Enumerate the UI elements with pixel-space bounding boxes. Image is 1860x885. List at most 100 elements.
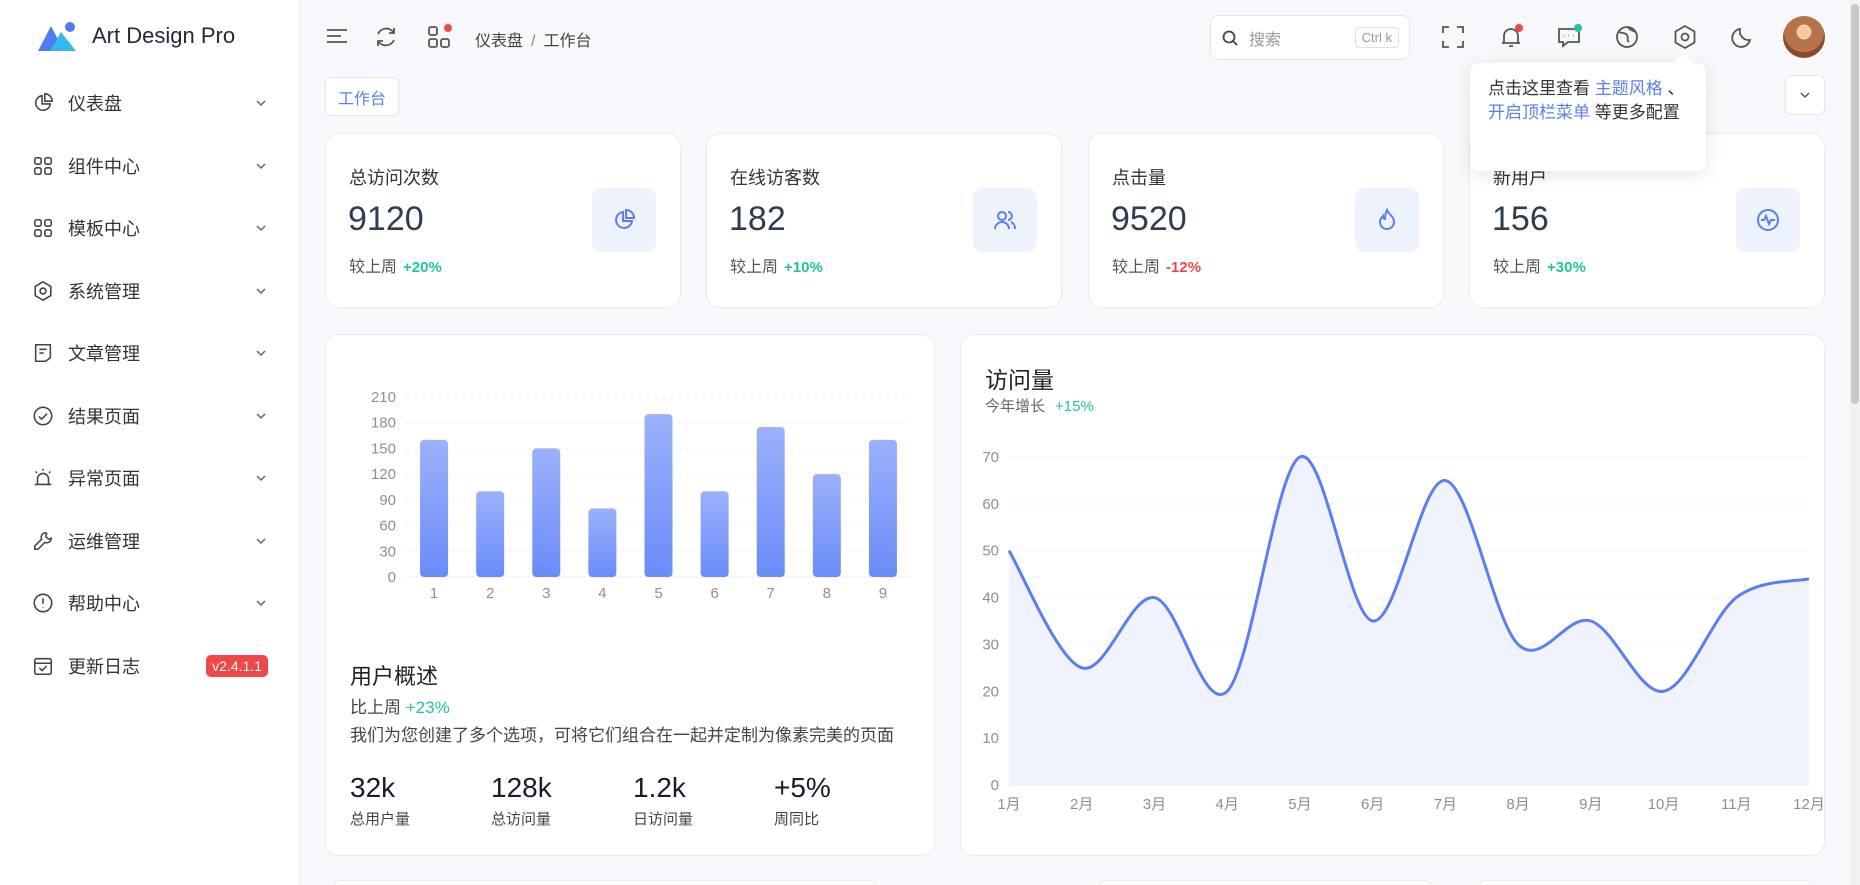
- sidebar-item-exceptions[interactable]: 异常页面: [0, 447, 300, 510]
- chevron-down-icon: [256, 100, 266, 107]
- sidebar-item-label: 系统管理: [68, 281, 140, 302]
- overview-stat-label: 总用户量: [350, 811, 411, 828]
- sidebar-menu: 仪表盘 组件中心 模板中心 系统管理 文章管理 结果页面 异常页面 运维管理 帮…: [0, 72, 300, 697]
- sidebar-item-label: 文章管理: [68, 344, 140, 365]
- fullscreen-icon[interactable]: [1440, 24, 1466, 50]
- user-overview-panel: 0 30 60 90 120 150 180 210 1 2 3 4 5 6 7 8 9 用户概述 比上周 +2…: [325, 334, 935, 856]
- sidebar-item-ops[interactable]: 运维管理: [0, 510, 300, 573]
- chevron-down-icon: [256, 350, 266, 357]
- x-tick-label: 7: [767, 585, 775, 602]
- pie-chart-icon: [592, 188, 656, 252]
- x-tick-label: 7月: [1434, 796, 1457, 813]
- tab-workbench[interactable]: 工作台: [325, 77, 400, 116]
- breadcrumb: 仪表盘 / 工作台: [475, 33, 592, 50]
- tooltip-text: 等更多配置: [1594, 103, 1680, 122]
- page-scrollbar[interactable]: [1850, 0, 1860, 885]
- scrollbar-thumb[interactable]: [1851, 4, 1859, 404]
- overview-stat-value: +5%: [774, 772, 831, 803]
- stat-change: +20%: [403, 259, 442, 276]
- area-fill: [1009, 456, 1809, 785]
- stat-compare: 较上周 +30%: [1493, 253, 1586, 277]
- app-logo[interactable]: Art Design Pro: [36, 20, 235, 52]
- y-tick-label: 0: [991, 777, 999, 794]
- bar: [420, 439, 449, 577]
- sidebar: Art Design Pro 仪表盘 组件中心 模板中心 系统管理 文章管理 结…: [0, 0, 300, 885]
- y-tick-label: 70: [982, 449, 999, 466]
- stat-change: -12%: [1166, 259, 1202, 276]
- x-tick-label: 4月: [1216, 796, 1239, 813]
- sidebar-item-templates[interactable]: 模板中心: [0, 197, 300, 260]
- bar: [644, 414, 673, 577]
- visits-line-chart: 0 10 20 30 40 50 60 70 1月 2月 3月 4月 5月 6月 7月 8月 9月 10月 11月 1…: [982, 449, 1825, 813]
- bar: [756, 427, 785, 577]
- y-tick-label: 50: [982, 543, 999, 560]
- y-tick-label: 20: [982, 683, 999, 700]
- y-tick-label: 120: [371, 466, 396, 483]
- grid-icon: [32, 155, 54, 177]
- overview-stat: +5% 周同比: [774, 772, 831, 829]
- y-tick-label: 210: [371, 389, 396, 406]
- bottom-card-edge: [1480, 880, 1810, 885]
- chat-icon[interactable]: [1556, 24, 1582, 50]
- search-input[interactable]: 搜索 Ctrl k: [1210, 15, 1410, 60]
- sidebar-item-components[interactable]: 组件中心: [0, 135, 300, 198]
- bell-icon[interactable]: [1498, 24, 1524, 50]
- notification-dot: [444, 24, 452, 32]
- refresh-icon[interactable]: [373, 24, 399, 50]
- breadcrumb-item[interactable]: 仪表盘: [475, 33, 523, 50]
- tabs-dropdown-button[interactable]: [1785, 75, 1825, 115]
- x-tick-label: 8: [823, 585, 831, 602]
- stat-title: 点击量: [1112, 168, 1166, 188]
- wrench-icon: [32, 530, 54, 552]
- sidebar-item-label: 结果页面: [68, 406, 140, 427]
- bar: [588, 508, 617, 577]
- moon-icon[interactable]: [1730, 24, 1756, 50]
- fire-icon: [1355, 188, 1419, 252]
- y-tick-label: 180: [371, 415, 396, 432]
- x-tick-label: 1月: [997, 796, 1020, 813]
- calendar-check-icon: [32, 655, 54, 677]
- alarm-icon: [32, 467, 54, 489]
- sidebar-item-changelog[interactable]: 更新日志 v2.4.1.1: [0, 635, 300, 698]
- pie-chart-icon: [32, 92, 54, 114]
- sidebar-item-results[interactable]: 结果页面: [0, 385, 300, 448]
- user-avatar[interactable]: [1783, 16, 1825, 58]
- grid-icon: [32, 217, 54, 239]
- x-tick-label: 5: [654, 585, 662, 602]
- x-tick-label: 5月: [1288, 796, 1311, 813]
- stat-value: 9520: [1111, 200, 1187, 238]
- stat-compare: 较上周 +10%: [730, 253, 823, 277]
- settings-icon[interactable]: [1672, 24, 1698, 50]
- message-dot: [1574, 24, 1582, 32]
- overview-stat-label: 总访问量: [491, 811, 552, 828]
- y-tick-label: 90: [379, 492, 396, 509]
- globe-icon[interactable]: [1614, 24, 1640, 50]
- tooltip-link-theme[interactable]: 主题风格: [1595, 79, 1663, 98]
- sidebar-item-system[interactable]: 系统管理: [0, 260, 300, 323]
- sidebar-item-label: 异常页面: [68, 469, 140, 490]
- chevron-down-icon: [256, 163, 266, 169]
- bar: [532, 448, 561, 577]
- overview-stat: 1.2k 日访问量: [633, 772, 693, 829]
- apps-icon[interactable]: [426, 24, 452, 50]
- stat-compare-label: 较上周: [1112, 259, 1161, 276]
- notification-dot: [1515, 24, 1523, 32]
- sidebar-item-help[interactable]: 帮助中心: [0, 572, 300, 635]
- sidebar-item-label: 组件中心: [68, 156, 140, 177]
- check-circle-icon: [32, 405, 54, 427]
- stat-value: 9120: [348, 200, 424, 238]
- stat-title: 在线访客数: [730, 168, 820, 188]
- sidebar-item-dashboard[interactable]: 仪表盘: [0, 72, 300, 135]
- bottom-card-edge: [335, 880, 875, 885]
- y-tick-label: 30: [982, 636, 999, 653]
- pulse-icon: [1736, 188, 1800, 252]
- users-icon: [973, 188, 1037, 252]
- exclamation-circle-icon: [32, 592, 54, 614]
- overview-stat-value: 32k: [350, 772, 396, 803]
- chevron-down-icon: [256, 225, 266, 232]
- x-tick-label: 9: [879, 585, 887, 602]
- tooltip-link-topmenu[interactable]: 开启顶栏菜单: [1488, 103, 1590, 122]
- sidebar-item-articles[interactable]: 文章管理: [0, 322, 300, 385]
- menu-toggle-icon[interactable]: [324, 24, 350, 50]
- overview-stat-value: 128k: [491, 772, 552, 803]
